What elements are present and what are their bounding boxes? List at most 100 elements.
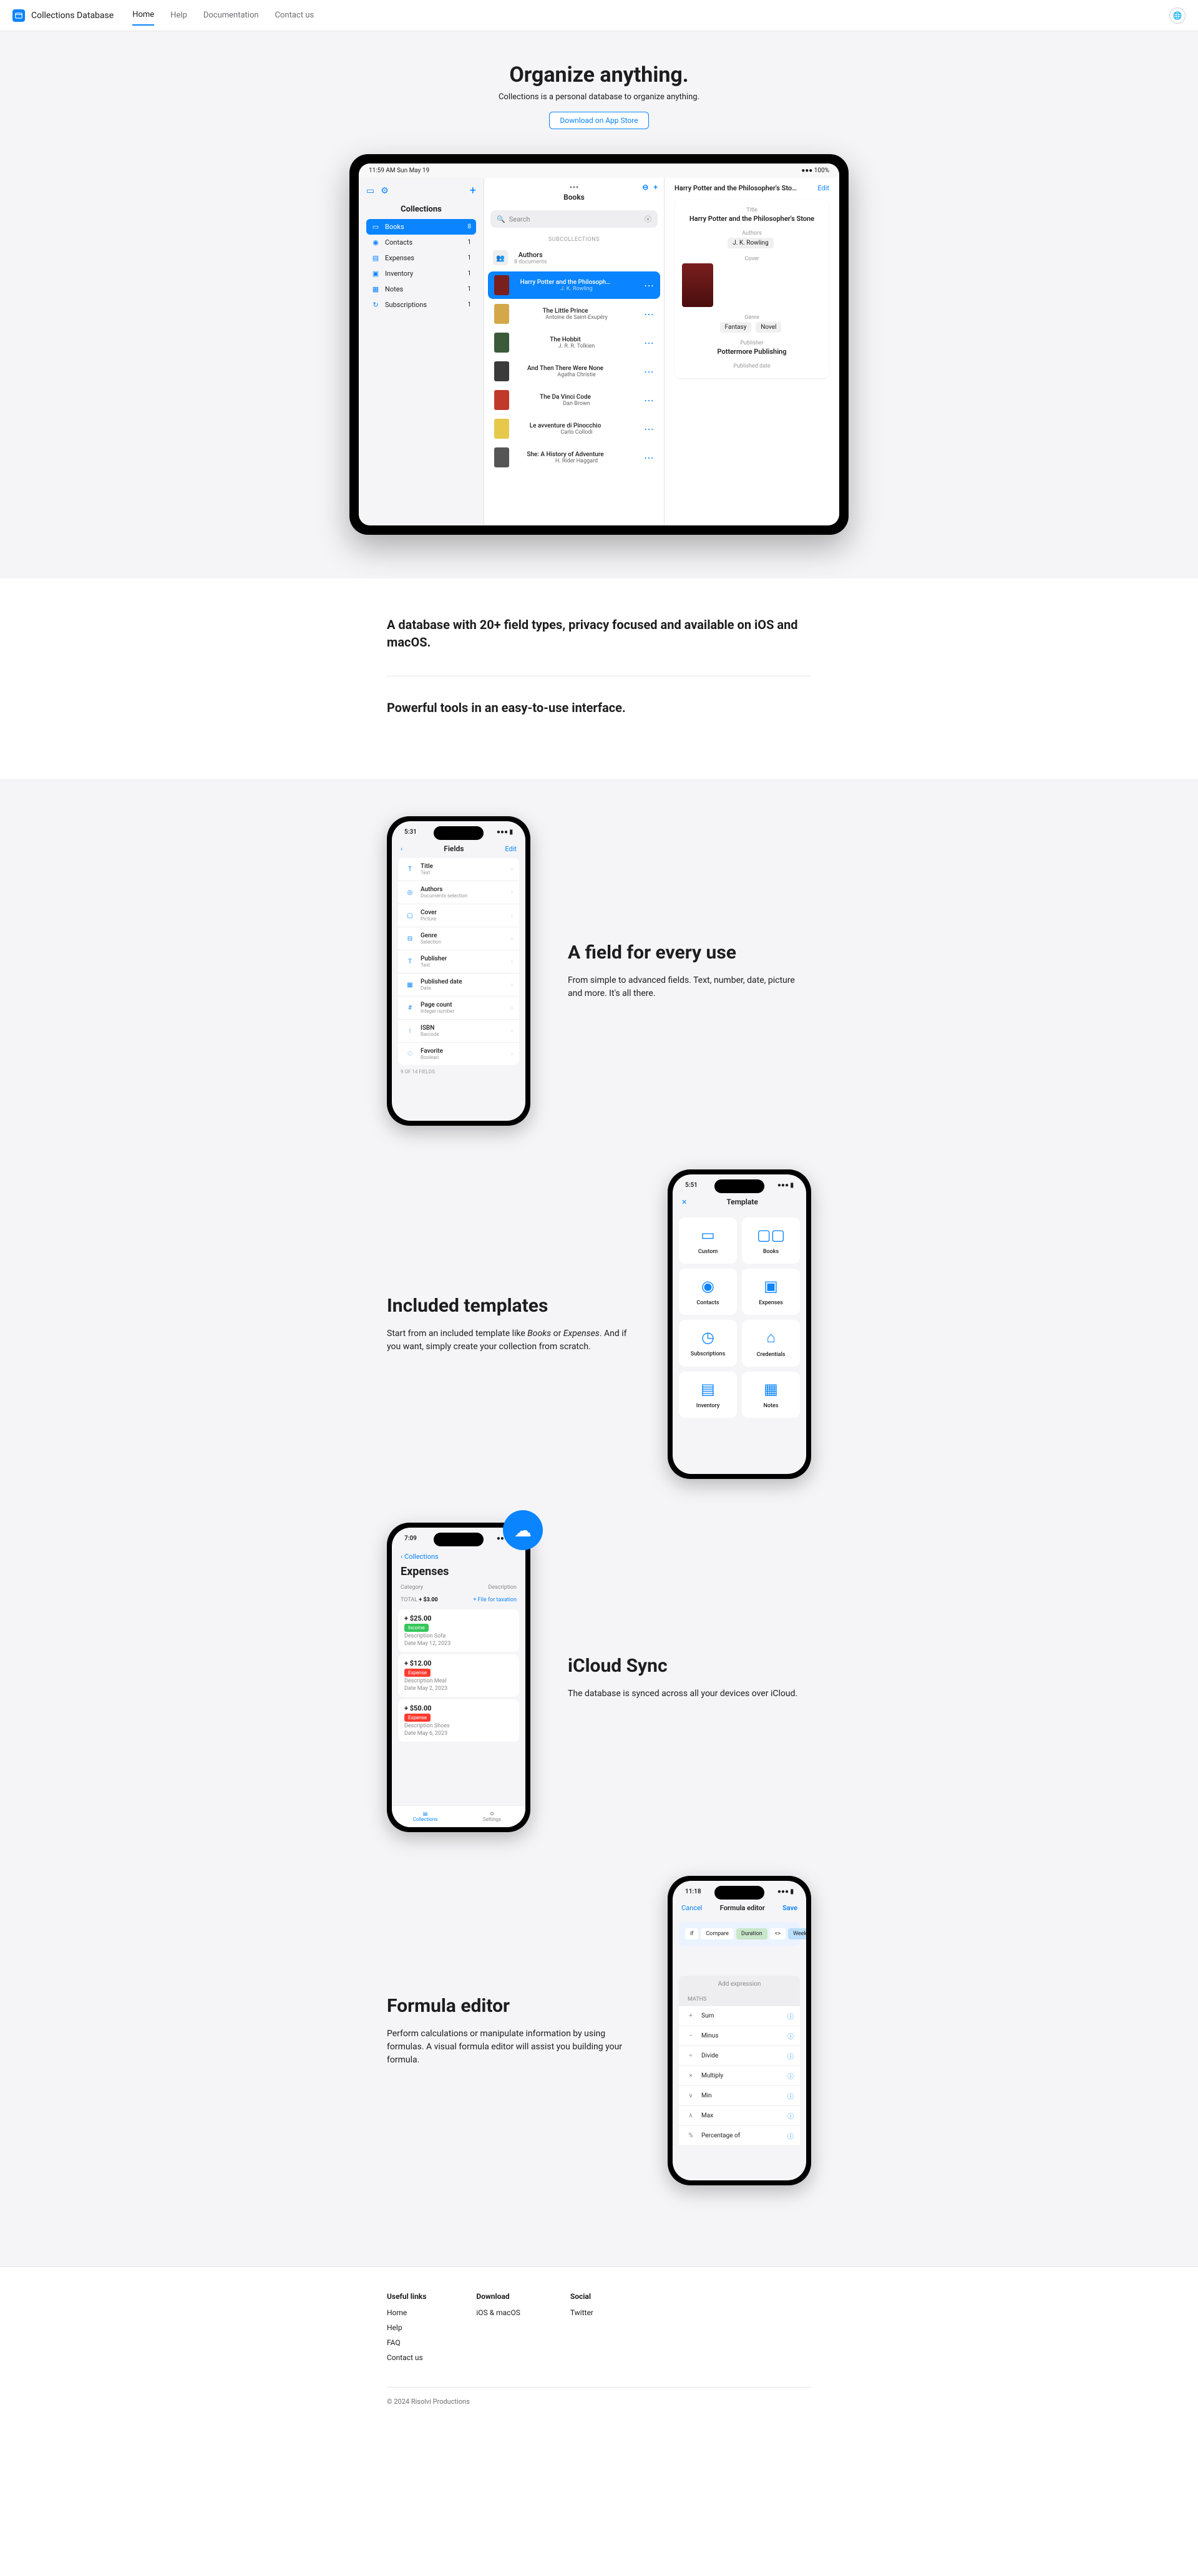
feature-templates: 5:51 ●●● ▮ ✕ Template ▭Custom▢▢Books◉Con… [374,1169,824,1479]
sidebar-item: ◉Contacts1 [366,235,476,250]
clear-icon: ⓧ [645,214,651,224]
book-item: And Then There Were NoneAgatha Christie⋯ [488,358,660,385]
middle-title: Books [563,193,585,202]
formula-op: %Percentage ofⓘ [679,2126,800,2146]
ipad-detail-column: Harry Potter and the Philosopher's Stone… [665,178,839,525]
back-icon: ‹ [401,845,402,853]
intro-line-2: Powerful tools in an easy-to-use interfa… [387,699,811,716]
footer-link[interactable]: Contact us [387,2353,426,2362]
intro-section: A database with 20+ field types, privacy… [374,578,824,779]
footer-link[interactable]: Help [387,2323,426,2332]
close-icon: ✕ [681,1198,687,1206]
plus-icon: + [653,183,658,192]
intro-line-1: A database with 20+ field types, privacy… [387,616,811,651]
site-footer: Useful linksHomeHelpFAQContact usDownloa… [374,2267,824,2431]
site-header: Collections Database Home Help Documenta… [0,0,1198,31]
hero-title: Organize anything. [12,62,1186,87]
download-button[interactable]: Download on App Store [549,112,648,129]
nav-home[interactable]: Home [132,5,154,26]
gear-icon: ⚙ [381,186,389,196]
template-card: ◷Subscriptions [679,1320,737,1367]
tab-settings: ⚙Settings [459,1806,525,1827]
feature-fields-title: A field for every use [568,942,811,964]
sidebar-item: ▣Inventory1 [366,266,476,281]
subcollection-item: 👥 Authors 8 documents [484,245,664,270]
feature-formula: 11:18 ●●● ▮ Cancel Formula editor Save i… [374,1876,824,2185]
sidebar-item: ▦Notes1 [366,281,476,297]
footer-link[interactable]: iOS & macOS [476,2308,520,2317]
brand-name: Collections Database [31,11,114,21]
tab-collections: ▤Collections [392,1806,459,1827]
footer-link[interactable]: Home [387,2308,426,2317]
field-item: ⁝ISBNBarcode› [398,1020,519,1043]
formula-expression: if Compare Duration <> Week ho [679,1922,800,1946]
feature-icloud-title: iCloud Sync [568,1655,811,1677]
logo-icon [12,9,25,22]
ipad-middle-column: ••• Books ⊖ + 🔍 Search ⓧ SUBCOLLECTIONS [484,178,665,525]
footer-link[interactable]: Twitter [570,2308,593,2317]
footer-bottom-divider [387,2387,811,2388]
sidebar-item: ▤Expenses1 [366,250,476,266]
cloud-icon: ☁ [503,1510,543,1550]
detail-header-title: Harry Potter and the Philosopher's Stone [674,184,799,192]
feature-fields: 5:31 ●●● ▮ ‹ Fields Edit TTitleText›◎Aut… [374,816,824,1126]
field-item: ♡FavoriteBoolean› [398,1043,519,1065]
feature-icloud-body: The database is synced across all your d… [568,1687,811,1700]
nav-documentation[interactable]: Documentation [203,6,259,25]
iphone-mockup-icloud: 7:09 ●●● ▮ ‹ Collections Expenses Catego… [387,1523,530,1832]
template-card: ◉Contacts [679,1269,737,1315]
back-link: ‹ Collections [401,1553,439,1561]
footer-link[interactable]: FAQ [387,2338,426,2347]
top-nav: Home Help Documentation Contact us [132,5,314,26]
dots-icon: ••• [570,183,579,193]
edit-button: Edit [817,184,829,192]
subcollections-label: SUBCOLLECTIONS [484,232,664,245]
hero-section: Organize anything. Collections is a pers… [0,31,1198,578]
ipad-mockup: 11:59 AM Sun May 19 ●●● 100% ▭ ⚙ + Colle… [349,154,849,535]
template-card: ▭Custom [679,1217,737,1264]
hero-subtitle: Collections is a personal database to or… [12,92,1186,102]
feature-templates-title: Included templates [387,1295,630,1317]
formula-op: ∨Minⓘ [679,2086,800,2106]
template-card: ⌂Credentials [742,1320,800,1367]
field-item: ◎AuthorsDocuments selection› [398,881,519,904]
feature-formula-body: Perform calculations or manipulate infor… [387,2027,630,2067]
template-card: ▤Inventory [679,1372,737,1418]
template-card: ▢▢Books [742,1217,800,1264]
nav-contact[interactable]: Contact us [275,6,314,25]
field-item: TTitleText› [398,858,519,881]
search-icon: 🔍 [497,215,505,223]
expense-item: + $50.00ExpenseDescription ShoesDate May… [398,1699,519,1742]
sidebar-item: ▭Books8 [366,219,476,235]
feature-templates-body: Start from an included template like Boo… [387,1327,630,1354]
expense-item: + $25.00IncomeDescription SofaDate May 1… [398,1609,519,1652]
ipad-sidebar: ▭ ⚙ + Collections ▭Books8◉Contacts1▤Expe… [359,178,484,525]
field-item: TPublisherText› [398,950,519,973]
globe-icon[interactable]: 🌐 [1169,7,1186,24]
field-item: ⊟GenreSelection› [398,927,519,950]
book-item: The Little PrinceAntoine de Saint-Exupér… [488,300,660,328]
plus-icon: + [470,184,476,197]
template-card: ▦Notes [742,1372,800,1418]
field-item: ▢CoverPicture› [398,904,519,927]
footer-column: Useful linksHomeHelpFAQContact us [387,2292,426,2368]
iphone-mockup-fields: 5:31 ●●● ▮ ‹ Fields Edit TTitleText›◎Aut… [387,816,530,1126]
book-item: Harry Potter and the Philosoph…J. K. Row… [488,271,660,299]
field-item: ▦Published dateDate› [398,973,519,997]
formula-op: ∧Maxⓘ [679,2106,800,2126]
feature-fields-body: From simple to advanced fields. Text, nu… [568,974,811,1000]
iphone-mockup-formula: 11:18 ●●● ▮ Cancel Formula editor Save i… [668,1876,811,2185]
sidebar-toggle-icon: ▭ [366,186,374,196]
sidebar-title: Collections [366,205,476,214]
search-input: 🔍 Search ⓧ [490,210,658,228]
nav-help[interactable]: Help [170,6,187,25]
formula-op: +Sumⓘ [679,2006,800,2026]
footer-column: DownloadiOS & macOS [476,2292,520,2368]
features-section: 5:31 ●●● ▮ ‹ Fields Edit TTitleText›◎Aut… [0,779,1198,2266]
formula-op: ÷Divideⓘ [679,2046,800,2066]
book-item: Le avventure di PinocchioCarlo Collodi⋯ [488,415,660,442]
filter-icon: ⊖ [642,183,648,192]
people-icon: 👥 [493,250,508,265]
iphone-mockup-templates: 5:51 ●●● ▮ ✕ Template ▭Custom▢▢Books◉Con… [668,1169,811,1479]
formula-op: ×Multiplyⓘ [679,2066,800,2086]
